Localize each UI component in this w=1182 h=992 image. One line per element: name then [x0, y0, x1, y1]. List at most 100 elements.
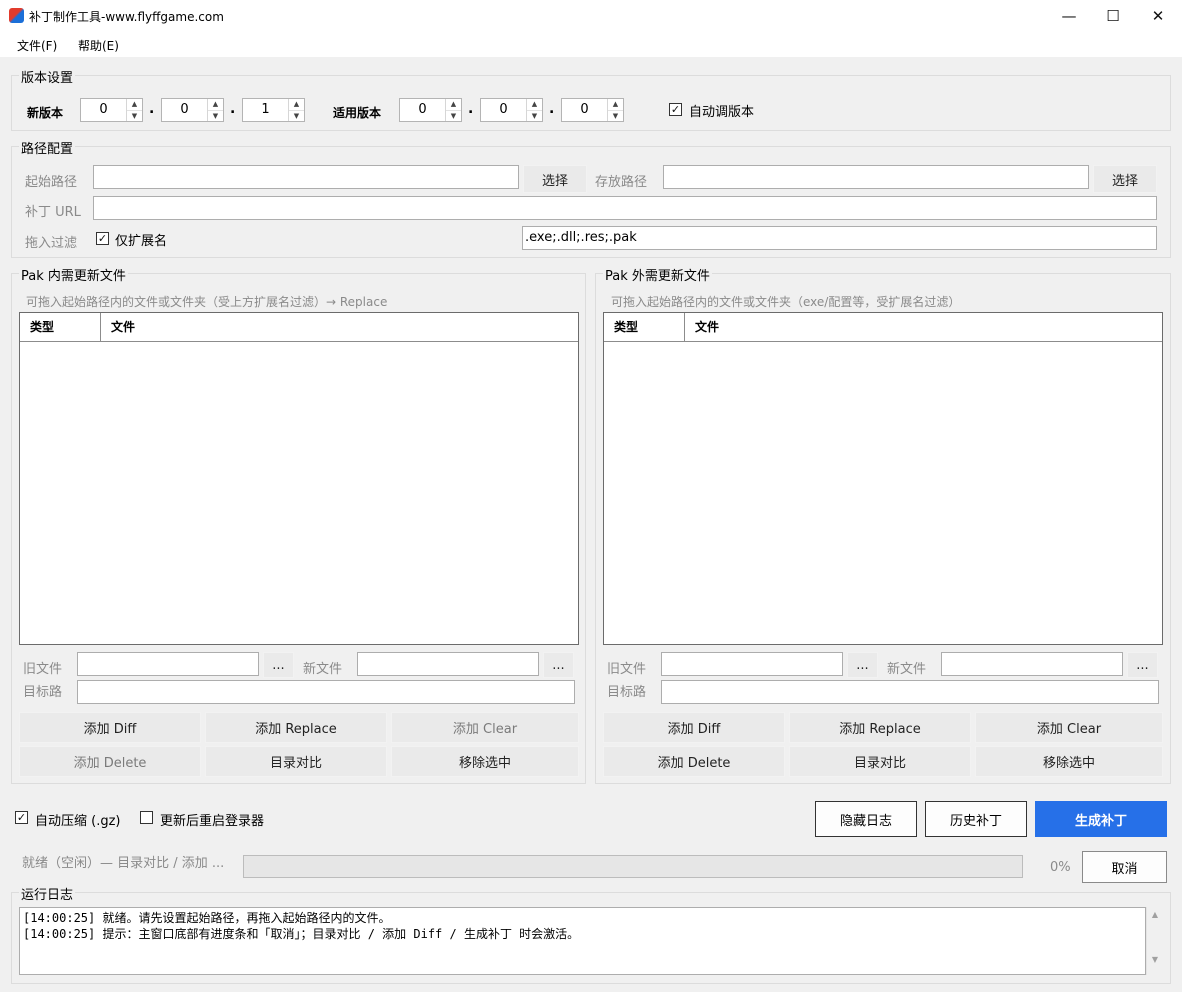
spin-down-icon[interactable]: ▼ [127, 111, 142, 122]
pak-out-target-input[interactable] [661, 680, 1159, 704]
spin-down-icon[interactable]: ▼ [289, 111, 304, 122]
path-group-title: 路径配置 [19, 138, 76, 157]
log-line: [14:00:25] 提示：主窗口底部有进度条和「取消」；目录对比 / 添加 D… [23, 927, 580, 941]
spin-up-icon[interactable]: ▲ [608, 99, 623, 111]
auto-version-label: 自动调版本 [689, 105, 755, 120]
pak-out-new-file-browse[interactable]: ... [1127, 652, 1158, 678]
patch-url-input[interactable] [93, 196, 1157, 220]
version-separator: . [149, 101, 155, 117]
cancel-button[interactable]: 取消 [1082, 851, 1167, 883]
pak-in-hint: 可拖入起始路径内的文件或文件夹（受上方扩展名过滤）→ Replace [26, 295, 388, 309]
restart-launcher-checkbox[interactable] [140, 811, 153, 824]
pak-in-remove-selected-button[interactable]: 移除选中 [391, 746, 579, 777]
progress-bar [243, 855, 1023, 878]
pak-out-add-diff-button[interactable]: 添加 Diff [603, 712, 785, 743]
applicable-version-patch-spinner[interactable]: 0 ▲ ▼ [561, 98, 624, 122]
pak-in-add-replace-button[interactable]: 添加 Replace [205, 712, 387, 743]
scroll-up-icon[interactable]: ▲ [1147, 910, 1163, 919]
drop-filter-label: 拖入过滤 [25, 236, 78, 251]
pak-in-add-clear-button[interactable]: 添加 Clear [391, 712, 579, 743]
new-version-patch-spinner[interactable]: 1 ▲ ▼ [242, 98, 305, 122]
history-patches-button[interactable]: 历史补丁 [925, 801, 1027, 837]
menu-file[interactable]: 文件(F) [17, 37, 57, 54]
column-type[interactable]: 类型 [604, 313, 685, 341]
pak-out-old-file-browse[interactable]: ... [847, 652, 878, 678]
app-icon [9, 8, 24, 23]
column-file[interactable]: 文件 [101, 313, 135, 341]
version-separator: . [230, 101, 236, 117]
auto-compress-label: 自动压缩 (.gz) [35, 814, 121, 829]
applicable-version-label: 适用版本 [333, 106, 382, 120]
spin-down-icon[interactable]: ▼ [446, 111, 461, 122]
minimize-button[interactable]: — [1046, 0, 1092, 31]
pak-in-add-delete-button[interactable]: 添加 Delete [19, 746, 201, 777]
log-text-area[interactable]: [14:00:25] 就绪。请先设置起始路径，再拖入起始路径内的文件。 [14:… [19, 907, 1146, 975]
applicable-version-major-spinner[interactable]: 0 ▲ ▼ [399, 98, 462, 122]
spin-up-icon[interactable]: ▲ [289, 99, 304, 111]
store-path-input[interactable] [663, 165, 1089, 189]
log-line: [14:00:25] 就绪。请先设置起始路径，再拖入起始路径内的文件。 [23, 911, 391, 925]
pak-in-title: Pak 内需更新文件 [19, 265, 128, 284]
new-version-minor-spinner[interactable]: 0 ▲ ▼ [161, 98, 224, 122]
pak-in-add-diff-button[interactable]: 添加 Diff [19, 712, 201, 743]
start-path-input[interactable] [93, 165, 519, 189]
pak-out-new-file-label: 新文件 [887, 662, 927, 677]
spin-down-icon[interactable]: ▼ [208, 111, 223, 122]
pak-out-file-list[interactable]: 类型 文件 [603, 312, 1163, 645]
scroll-down-icon[interactable]: ▼ [1147, 955, 1163, 964]
pak-in-new-file-browse[interactable]: ... [543, 652, 574, 678]
restart-launcher-label: 更新后重启登录器 [160, 814, 265, 829]
new-version-label: 新版本 [27, 106, 64, 120]
hide-log-button[interactable]: 隐藏日志 [815, 801, 917, 837]
pak-in-target-input[interactable] [77, 680, 575, 704]
maximize-button[interactable]: ☐ [1090, 0, 1136, 31]
spin-up-icon[interactable]: ▲ [446, 99, 461, 111]
patch-url-label: 补丁 URL [25, 205, 81, 220]
store-path-select-button[interactable]: 选择 [1093, 165, 1157, 193]
pak-out-add-clear-button[interactable]: 添加 Clear [975, 712, 1163, 743]
menu-bar [0, 31, 1182, 57]
column-type[interactable]: 类型 [20, 313, 101, 341]
pak-out-add-replace-button[interactable]: 添加 Replace [789, 712, 971, 743]
generate-patch-button[interactable]: 生成补丁 [1035, 801, 1167, 837]
close-button[interactable]: ✕ [1135, 0, 1181, 31]
auto-version-checkbox[interactable]: ✓ [669, 103, 682, 116]
ext-filter-input[interactable]: .exe;.dll;.res;.pak [522, 226, 1157, 250]
pak-out-target-label: 目标路 [607, 685, 647, 700]
pak-out-old-file-input[interactable] [661, 652, 843, 676]
spin-down-icon[interactable]: ▼ [608, 111, 623, 122]
pak-out-remove-selected-button[interactable]: 移除选中 [975, 746, 1163, 777]
list-header: 类型 文件 [20, 313, 578, 342]
pak-in-file-list[interactable]: 类型 文件 [19, 312, 579, 645]
menu-help[interactable]: 帮助(E) [78, 37, 119, 54]
pak-in-old-file-browse[interactable]: ... [263, 652, 294, 678]
version-separator: . [468, 101, 474, 117]
column-file[interactable]: 文件 [685, 313, 719, 341]
start-path-select-button[interactable]: 选择 [523, 165, 587, 193]
version-separator: . [549, 101, 555, 117]
pak-out-title: Pak 外需更新文件 [603, 265, 712, 284]
pak-in-target-label: 目标路 [23, 685, 63, 700]
pak-in-old-file-label: 旧文件 [23, 662, 63, 677]
pak-in-compare-dirs-button[interactable]: 目录对比 [205, 746, 387, 777]
log-scrollbar[interactable]: ▲ ▼ [1146, 907, 1163, 975]
pak-out-new-file-input[interactable] [941, 652, 1123, 676]
pak-in-old-file-input[interactable] [77, 652, 259, 676]
ext-only-checkbox[interactable]: ✓ [96, 232, 109, 245]
window-title: 补丁制作工具-www.flyffgame.com [29, 10, 224, 24]
applicable-version-minor-spinner[interactable]: 0 ▲ ▼ [480, 98, 543, 122]
spin-up-icon[interactable]: ▲ [527, 99, 542, 111]
auto-compress-checkbox[interactable]: ✓ [15, 811, 28, 824]
pak-out-hint: 可拖入起始路径内的文件或文件夹（exe/配置等，受扩展名过滤） [611, 295, 961, 309]
start-path-label: 起始路径 [25, 175, 78, 190]
spin-up-icon[interactable]: ▲ [208, 99, 223, 111]
pak-out-add-delete-button[interactable]: 添加 Delete [603, 746, 785, 777]
new-version-major-spinner[interactable]: 0 ▲ ▼ [80, 98, 143, 122]
spin-down-icon[interactable]: ▼ [527, 111, 542, 122]
spin-up-icon[interactable]: ▲ [127, 99, 142, 111]
status-text: 就绪（空闲）— 目录对比 / 添加 ... [22, 856, 225, 871]
list-header: 类型 文件 [604, 313, 1162, 342]
pak-out-compare-dirs-button[interactable]: 目录对比 [789, 746, 971, 777]
progress-percent: 0% [1050, 860, 1071, 875]
pak-in-new-file-input[interactable] [357, 652, 539, 676]
